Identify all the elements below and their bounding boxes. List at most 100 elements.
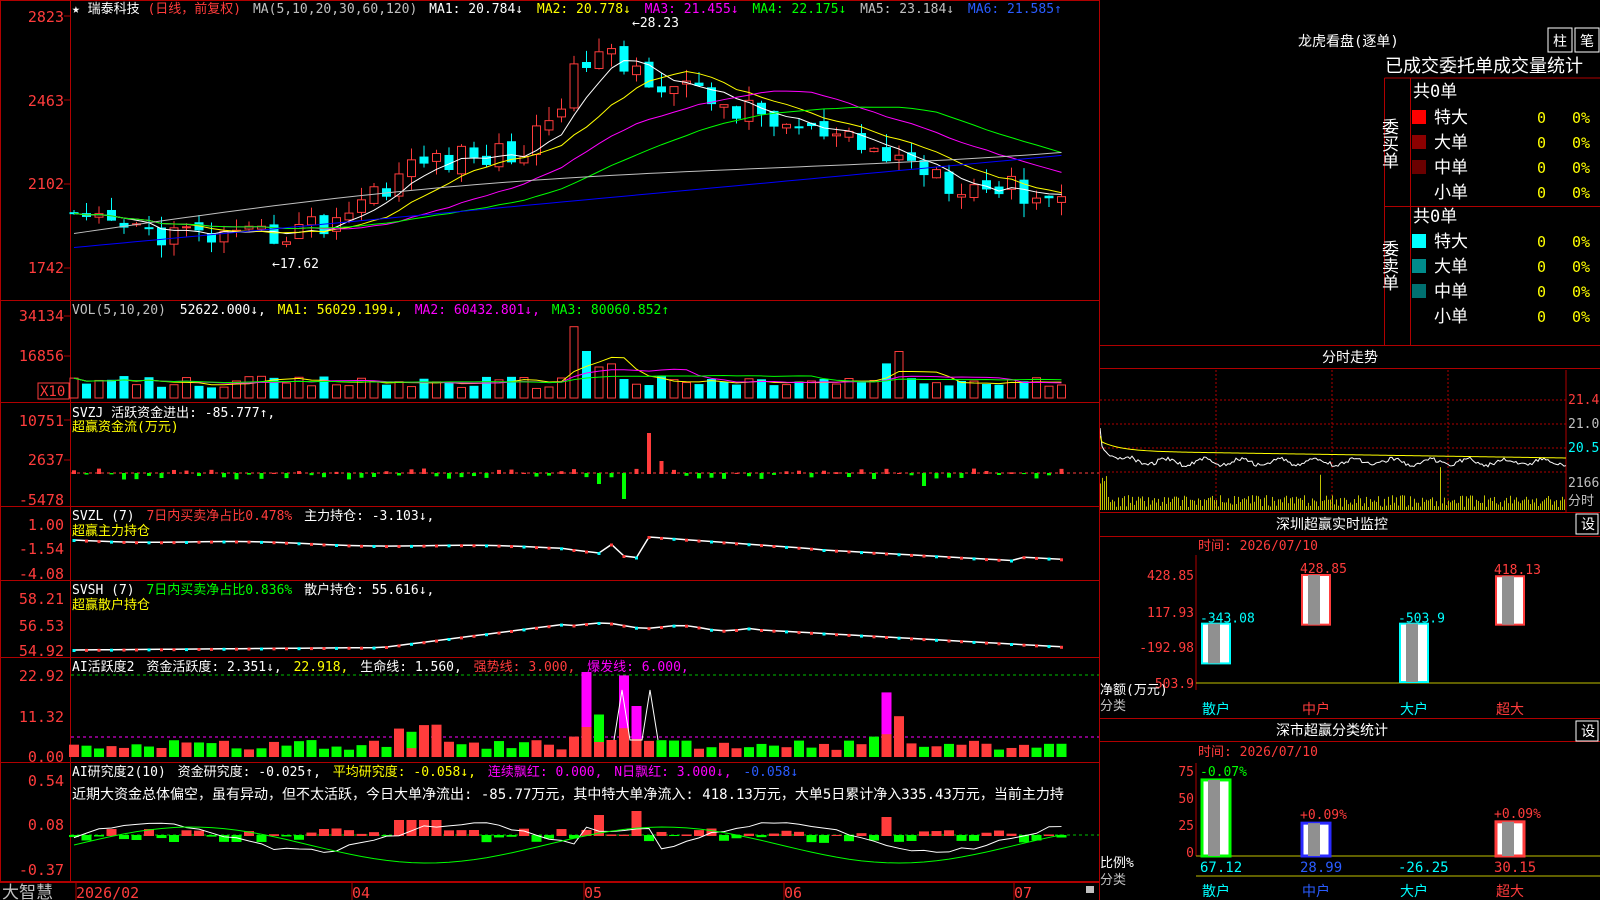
- kline-chart-area[interactable]: 2823 2463 2102 1742 34134 16856 10751 26…: [0, 0, 1100, 900]
- research-bar: [431, 820, 442, 836]
- tab-tick-view-label: 笔: [1580, 34, 1594, 50]
- intraday-volume-bar: [1276, 505, 1277, 510]
- ai-active-bar: [356, 745, 367, 757]
- ai-active-bar: [331, 746, 342, 757]
- intraday-volume-bar: [1428, 500, 1429, 510]
- research-bar: [1044, 834, 1054, 836]
- svzl-line-point: [460, 544, 463, 548]
- svsh-line-point: [472, 634, 476, 638]
- stock-name: ★ 瑞泰科技: [72, 2, 140, 17]
- intraday-volume-bar: [1312, 498, 1313, 510]
- svzj-series: [72, 433, 1064, 499]
- intraday-volume-bar: [1122, 498, 1123, 510]
- intraday-volume-bar: [1194, 500, 1195, 510]
- intraday-volume-bar: [1208, 497, 1209, 510]
- research-bar: [919, 831, 929, 836]
- intraday-volume-bar: [1188, 506, 1189, 510]
- legend-swatch: [1412, 234, 1426, 248]
- svsh-line-point: [947, 639, 951, 643]
- intraday-volume-bar: [1398, 505, 1399, 510]
- vol-ma3: MA3: 80060.852↑: [552, 303, 669, 318]
- ai-research-name: AI研究度2(10): [72, 764, 166, 780]
- intraday-volume-bar: [1220, 495, 1221, 510]
- svzl-line-point: [472, 544, 476, 548]
- svzl-line-point: [485, 544, 488, 548]
- order-type-label: 小单: [1434, 307, 1468, 327]
- svzl-line-point: [1060, 558, 1063, 562]
- stats-header: 已成交委托单成交量统计: [1385, 56, 1583, 77]
- intraday-volume-bar: [1354, 499, 1355, 510]
- svzj-bar: [584, 473, 589, 478]
- intraday-volume-bar: [1154, 498, 1155, 510]
- ai-active-bar: [294, 741, 304, 757]
- svzl-line-point: [347, 544, 351, 548]
- svzl-line-point: [260, 540, 263, 544]
- intraday-volume-bar: [1396, 497, 1397, 510]
- research-bar: [481, 835, 492, 843]
- ai-active-bar: [694, 748, 704, 757]
- order-pct: 0%: [1572, 258, 1590, 276]
- volume-bar: [69, 377, 79, 399]
- volume-bar: [244, 376, 254, 399]
- svzl-line-point: [747, 543, 751, 547]
- intraday-volume-bar: [1278, 499, 1279, 510]
- vol-value: 52622.000↓,: [180, 303, 266, 318]
- intraday-volume-bar: [1232, 504, 1233, 510]
- intraday-volume-bar: [1150, 504, 1151, 510]
- legend-swatch: [1412, 259, 1426, 273]
- svsh-line-point: [997, 642, 1001, 646]
- intraday-volume-bar: [1442, 503, 1443, 510]
- lock-icon[interactable]: [1086, 886, 1094, 893]
- volume-bar: [832, 383, 841, 399]
- intraday-volume-bar: [1562, 496, 1563, 510]
- svzl-line-point: [1047, 557, 1051, 561]
- svzj-bar: [434, 473, 439, 477]
- intraday-volume-bar: [1168, 497, 1169, 510]
- intraday-volume-bar: [1108, 496, 1109, 510]
- research-bar: [181, 830, 192, 836]
- volume-bar: [782, 384, 791, 399]
- fenshi-ytick-1: 21.00: [1568, 417, 1600, 432]
- order-pct: 0%: [1572, 159, 1590, 177]
- svzj-bar: [134, 473, 139, 480]
- svzj-bar: [84, 473, 89, 475]
- ai-active-bar: [569, 736, 579, 757]
- research-bar: [506, 835, 517, 837]
- research-bar: [881, 817, 892, 836]
- ai-active-bar: [969, 740, 979, 757]
- intraday-volume-bar: [1424, 501, 1425, 510]
- svzl-line-point: [1035, 556, 1038, 560]
- intraday-volume-bar: [1388, 496, 1389, 510]
- candle-body: [307, 216, 316, 226]
- svsh-line-point: [310, 647, 313, 651]
- ai-active-bar: [556, 749, 567, 757]
- candle-body: [357, 199, 366, 213]
- svsh-line-point: [297, 647, 301, 651]
- ai-active-bar: [644, 740, 654, 757]
- svzj-bar: [759, 473, 764, 479]
- intraday-volume-bar: [1374, 500, 1375, 510]
- candle-body: [182, 226, 191, 229]
- ai-active-v2: 22.918,: [294, 660, 349, 675]
- intraday-volume-bar: [1432, 497, 1433, 510]
- intraday-volume-bar: [1352, 504, 1353, 510]
- intraday-volume-bar: [1140, 498, 1141, 510]
- intraday-volume-bar: [1132, 496, 1133, 510]
- svsh-line-point: [285, 647, 288, 651]
- intraday-volume-bar: [1302, 499, 1303, 510]
- monitor-bar: [1201, 622, 1231, 665]
- intraday-volume-bar: [1304, 495, 1305, 510]
- ai-active-bar-base: [894, 742, 904, 757]
- candlestick-series: [69, 38, 1066, 258]
- research-bar: [369, 832, 379, 836]
- svzj-ytick-1: 2637: [28, 451, 64, 469]
- intraday-volume-bar: [1540, 503, 1541, 510]
- candle-body: [569, 63, 579, 109]
- ai-active-bar: [931, 746, 942, 757]
- classify-ytick-2: 25: [1178, 819, 1194, 834]
- volume-bar: [257, 375, 266, 399]
- right-panel: 龙虎看盘(逐单) 柱 笔 已成交委托单成交量统计 委买单 共0单 特大 0 0% 大单…: [1100, 27, 1600, 900]
- svzj-bar: [797, 470, 801, 474]
- intraday-volume-bar: [1130, 502, 1131, 510]
- volume-bar: [1032, 377, 1041, 399]
